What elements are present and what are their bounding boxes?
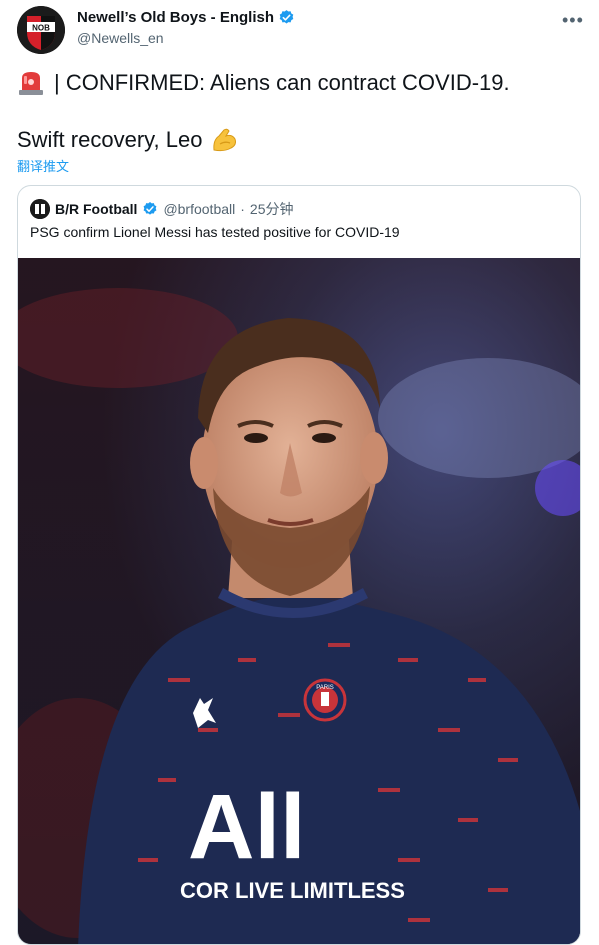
quoted-tweet-text: PSG confirm Lionel Messi has tested posi… [30, 224, 400, 240]
quoted-tweet-header: B/R Football @brfootball · 25分钟 [30, 199, 294, 219]
author-handle[interactable]: @Newells_en [77, 30, 164, 46]
psg-crest-icon: PARIS [303, 678, 347, 722]
author-name[interactable]: Newell’s Old Boys - English [77, 9, 295, 26]
svg-text:PARIS: PARIS [316, 685, 334, 691]
tweet-text-line1: | CONFIRMED: Aliens can contract COVID-1… [17, 70, 510, 96]
shirt-sponsor-slogan: COR LIVE LIMITLESS [180, 878, 405, 903]
author-name-text[interactable]: Newell’s Old Boys - English [77, 9, 274, 26]
nob-crest-icon: NOB [17, 6, 65, 54]
tweet-text-recovery: Swift recovery, Leo [17, 127, 203, 152]
translate-tweet-link[interactable]: 翻译推文 [17, 156, 69, 175]
quoted-author-avatar[interactable] [30, 199, 50, 219]
quoted-author-handle[interactable]: @brfootball [163, 201, 235, 217]
shirt-sponsor-all: All [188, 776, 306, 878]
more-options-icon[interactable]: ••• [562, 10, 584, 31]
br-logo-icon [30, 199, 50, 219]
flexed-biceps-emoji-icon [213, 128, 237, 152]
quoted-author-name[interactable]: B/R Football [55, 201, 137, 217]
svg-text:NOB: NOB [32, 24, 50, 33]
quoted-tweet-card[interactable]: B/R Football @brfootball · 25分钟 PSG conf… [17, 185, 581, 945]
tweet-text-confirmed: | CONFIRMED: Aliens can contract COVID-1… [54, 70, 510, 95]
tweet-text-line2: Swift recovery, Leo [17, 126, 238, 154]
quoted-tweet-photo[interactable]: PARIS All COR LIVE LIMITLESS [18, 258, 581, 945]
rotating-light-emoji-icon [19, 72, 43, 95]
verified-badge-icon [279, 10, 294, 24]
quoted-timestamp[interactable]: 25分钟 [250, 199, 294, 219]
verified-badge-icon [144, 202, 157, 215]
author-avatar[interactable]: NOB [17, 6, 65, 54]
separator-dot: · [240, 201, 245, 217]
